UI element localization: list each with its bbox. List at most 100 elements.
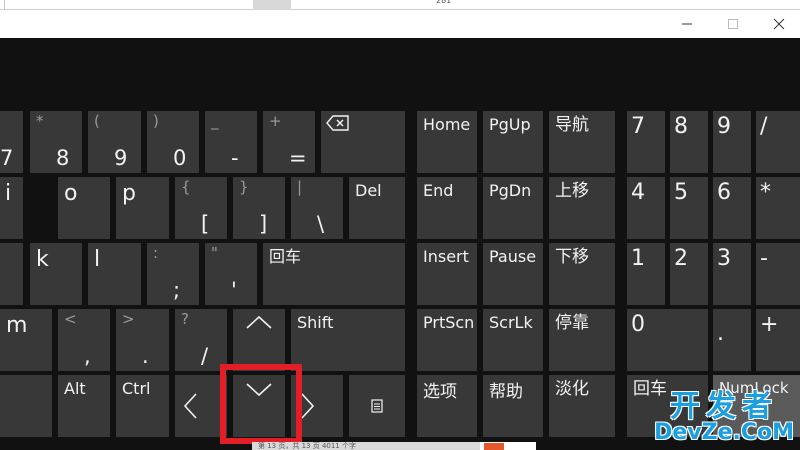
key-label: \ xyxy=(317,212,325,236)
menu-key[interactable] xyxy=(349,375,405,437)
key-i[interactable]: i xyxy=(0,177,23,239)
divider xyxy=(4,0,5,10)
key-label: . xyxy=(142,344,149,368)
nav-key[interactable]: 导航 xyxy=(549,111,615,173)
key-8[interactable]: * 8 xyxy=(30,111,82,173)
numpad-divide[interactable]: / xyxy=(756,111,800,173)
arrow-up-key[interactable] xyxy=(233,309,285,371)
key-shift-label: : xyxy=(153,244,159,262)
key-label: 帮助 xyxy=(489,382,523,402)
numpad-plus[interactable]: + xyxy=(756,309,800,371)
key-quote[interactable]: " ' xyxy=(205,243,257,305)
key-7[interactable]: 7 xyxy=(0,111,23,173)
numpad-3[interactable]: 3 xyxy=(713,243,751,305)
key-o[interactable]: o xyxy=(58,177,110,239)
numpad-9[interactable]: 9 xyxy=(713,111,751,173)
dock-key[interactable]: 停靠 xyxy=(549,309,615,371)
del-key[interactable]: Del xyxy=(349,177,405,239)
key-minus[interactable]: _ - xyxy=(205,111,257,173)
arrow-left-icon xyxy=(183,393,197,419)
key-label: 1 xyxy=(631,246,645,271)
numpad-2[interactable]: 2 xyxy=(670,243,708,305)
key-label: Del xyxy=(355,181,382,200)
highlight-box xyxy=(220,364,302,444)
numpad-decimal[interactable]: . xyxy=(713,309,751,371)
key-open-bracket[interactable]: { [ xyxy=(175,177,227,239)
key-semicolon[interactable]: : ; xyxy=(147,243,199,305)
key-label: 3 xyxy=(717,246,731,271)
key-label: 0 xyxy=(631,312,645,337)
key-shift-label: < xyxy=(64,310,77,328)
pgdn-key[interactable]: PgDn xyxy=(483,177,543,239)
key-0[interactable]: ) 0 xyxy=(147,111,199,173)
options-key[interactable]: 选项 xyxy=(417,375,477,437)
key-9[interactable]: ( 9 xyxy=(88,111,141,173)
key-shift-label: ? xyxy=(181,310,189,328)
enter-key[interactable]: 回车 xyxy=(263,243,405,305)
numpad-0[interactable]: 0 xyxy=(627,309,708,371)
numpad-5[interactable]: 5 xyxy=(670,177,708,239)
key-shift-label: " xyxy=(211,244,218,262)
close-icon xyxy=(773,18,785,30)
key-label: PrtScn xyxy=(423,313,475,332)
backspace-key[interactable] xyxy=(321,111,405,173)
key-icon-wrap xyxy=(349,375,405,437)
numpad-4[interactable]: 4 xyxy=(627,177,665,239)
minimize-button[interactable] xyxy=(664,10,710,38)
fade-key[interactable]: 淡化 xyxy=(549,375,615,437)
backspace-icon xyxy=(326,115,349,131)
key-j[interactable] xyxy=(0,243,23,305)
document-status-bar: 第 13 页，共 13 页 4011 个字 xyxy=(252,442,480,450)
pgup-key[interactable]: PgUp xyxy=(483,111,543,173)
key-shift-label: > xyxy=(122,310,135,328)
scrlk-key[interactable]: ScrLk xyxy=(483,309,543,371)
status-bar-right xyxy=(480,442,536,450)
key-label: m xyxy=(6,313,28,338)
numpad-multiply[interactable]: * xyxy=(756,177,800,239)
key-label: End xyxy=(423,181,454,200)
key-label: 下移 xyxy=(555,247,589,267)
move-down-key[interactable]: 下移 xyxy=(549,243,615,305)
key-label: + xyxy=(760,312,779,337)
key-m[interactable]: m xyxy=(0,309,52,371)
key-label: 回车 xyxy=(269,247,302,266)
background-document: 281 xyxy=(0,0,800,10)
key-period[interactable]: > . xyxy=(116,309,169,371)
key-comma[interactable]: < , xyxy=(58,309,110,371)
key-slash[interactable]: ? / xyxy=(175,309,227,371)
ctrl-key[interactable]: Ctrl xyxy=(116,375,169,437)
prtscn-key[interactable]: PrtScn xyxy=(417,309,477,371)
key-close-bracket[interactable]: } ] xyxy=(233,177,285,239)
doc-tab xyxy=(253,0,291,10)
close-button[interactable] xyxy=(756,10,800,38)
key-p[interactable]: p xyxy=(116,177,169,239)
key-label: , xyxy=(84,344,91,368)
key-k[interactable]: k xyxy=(30,243,82,305)
help-key[interactable]: 帮助 xyxy=(483,375,543,437)
key-icon-wrap xyxy=(233,309,285,371)
end-key[interactable]: End xyxy=(417,177,477,239)
insert-key[interactable]: Insert xyxy=(417,243,477,305)
alt-key[interactable]: Alt xyxy=(58,375,110,437)
move-up-key[interactable]: 上移 xyxy=(549,177,615,239)
numpad-8[interactable]: 8 xyxy=(670,111,708,173)
right-shift-key[interactable]: Shift xyxy=(291,309,405,371)
numpad-1[interactable]: 1 xyxy=(627,243,665,305)
key-label: Home xyxy=(423,115,471,134)
key-space[interactable] xyxy=(0,375,52,437)
key-backslash[interactable]: | \ xyxy=(291,177,343,239)
minimize-icon xyxy=(682,23,692,25)
key-shift-label: * xyxy=(36,112,44,130)
key-label: Alt xyxy=(64,379,86,398)
key-label: ScrLk xyxy=(489,313,533,332)
key-equals[interactable]: + = xyxy=(263,111,315,173)
key-label: 4 xyxy=(631,180,645,205)
key-label: / xyxy=(201,344,209,368)
numpad-7[interactable]: 7 xyxy=(627,111,665,173)
pause-key[interactable]: Pause xyxy=(483,243,543,305)
home-key[interactable]: Home xyxy=(417,111,477,173)
numpad-6[interactable]: 6 xyxy=(713,177,751,239)
numpad-minus[interactable]: - xyxy=(756,243,800,305)
key-l[interactable]: l xyxy=(88,243,141,305)
arrow-right-icon xyxy=(301,393,315,419)
